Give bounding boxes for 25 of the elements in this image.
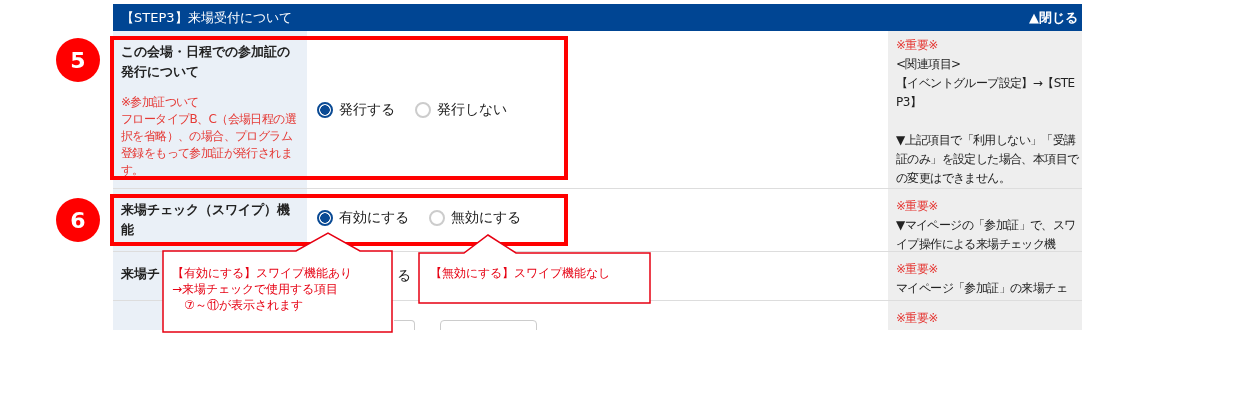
hint-text: フロータイプB、C（会場日程の選択を省略）、の場合、プログラム登録をもって参加証が発行されます。 <box>121 111 297 179</box>
callout-text: 【無効にする】スワイプ機能なし <box>430 265 610 281</box>
radio-button[interactable] <box>317 210 333 226</box>
note-title: ※重要※ <box>896 37 939 54</box>
section-title: 【STEP3】来場受付について <box>121 8 292 27</box>
note-title: ※重要※ <box>896 198 939 215</box>
option-label[interactable]: 無効にする <box>451 209 521 227</box>
option-label[interactable]: 発行する <box>339 100 395 119</box>
field-label: この会場・日程での参加証の発行について <box>121 43 291 81</box>
note-text: <関連項目> 【イベントグループ設定】→【STEP3】 ▼上記項目で「利用しない」「受講証のみ」を設定した場合、本項目での変更はできません。 <box>896 56 1080 187</box>
note-title: ※重要※ <box>896 261 939 278</box>
radio-button[interactable] <box>317 101 333 118</box>
note-text: ▼マイページの「参加証」で、スワイプ操作による来場チェック機 <box>896 217 1077 251</box>
callout-text: 【有効にする】スワイプ機能あり →来場チェックで使用する項目 ⑦～⑪が表示されます <box>172 265 352 313</box>
step-number: 6 <box>56 198 100 242</box>
note-title: ※重要※ <box>896 310 939 327</box>
field-label: 来場チェック（スワイプ）機能 <box>121 201 291 239</box>
option-label: る <box>397 267 411 285</box>
note-text: マイページ「参加証」の来場チェ <box>896 280 1068 297</box>
option-label[interactable]: 有効にする <box>339 209 409 227</box>
close-toggle[interactable]: ▲閉じる <box>1029 8 1078 27</box>
field-label: 来場チ <box>121 265 160 283</box>
step-number: 5 <box>56 38 100 82</box>
hint-title: ※参加証ついて <box>121 94 200 111</box>
option-label[interactable]: 発行しない <box>437 100 507 119</box>
